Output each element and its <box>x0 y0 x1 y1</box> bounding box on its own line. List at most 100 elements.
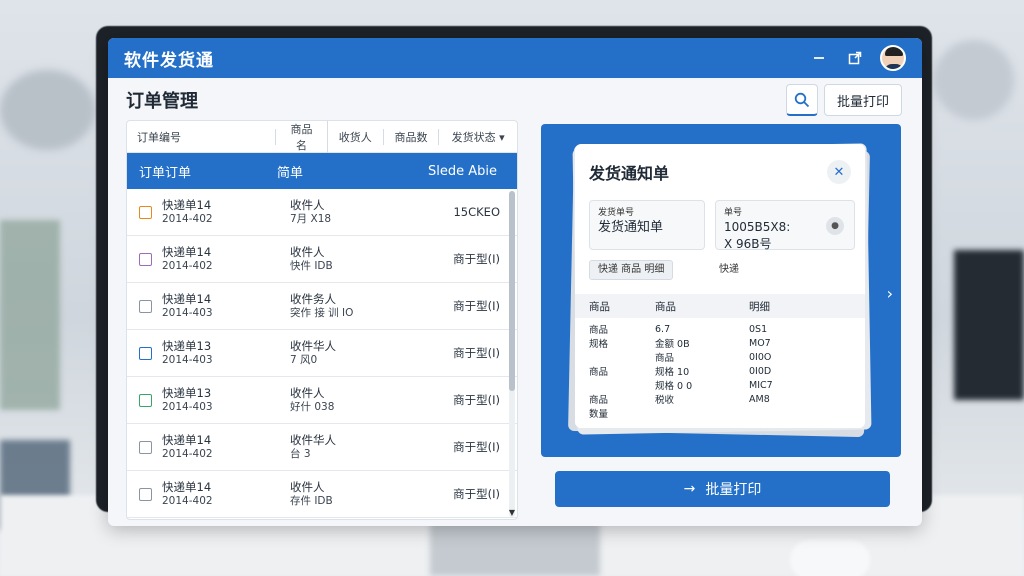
row-checkbox[interactable] <box>139 252 152 266</box>
row-status: 商于型(I) <box>453 440 500 454</box>
shipping-notice-card: 发货通知单 ✕ 发货单号 发货通知单 单号 1005B5X8: X 96B号 ●… <box>575 144 865 428</box>
row-date: 2014-403 <box>162 307 213 319</box>
row-checkbox[interactable] <box>139 205 152 219</box>
order-table: 订单编号 商品名 收货人 商品数 发货状态 ▾ 订单订单 简单 Slede Ab… <box>126 120 518 520</box>
goods-table-header: 商品 商品 明细 <box>575 294 865 318</box>
scroll-down-icon[interactable]: ▼ <box>509 508 515 517</box>
table-scrollbar[interactable] <box>509 191 515 517</box>
order-number-box: 发货单号 发货通知单 <box>589 200 705 250</box>
selected-row[interactable]: 订单订单 简单 Slede Abie <box>127 153 517 189</box>
table-row[interactable]: 快递单14 2014-402 收件人 存件 IDB 商于型(I) <box>127 471 517 518</box>
goods-cell: MO7 <box>749 337 771 349</box>
selected-col2: 简单 <box>277 165 304 181</box>
goods-row: 商品 6.7 0S1 <box>575 322 865 337</box>
goods-cell: 数量 <box>589 409 609 420</box>
page-title: 订单管理 <box>126 91 198 112</box>
goods-cell: 0I0O <box>749 351 772 363</box>
column-header[interactable]: 收货人 <box>328 128 384 145</box>
row-name: 收件人 <box>290 480 325 494</box>
goods-cell: AM8 <box>749 393 770 405</box>
order-number-label: 发货单号 <box>598 208 635 218</box>
goods-cell: 商品 <box>589 367 609 378</box>
app-window: 软件发货通 订单管理 批量打印 订单编号 商品名 收货人 商品数 发货状态 ▾ <box>108 38 922 526</box>
row-name: 收件人 <box>290 386 325 400</box>
background-lamp <box>0 70 95 150</box>
goods-row: 商品 规格 10 0I0D <box>575 364 865 379</box>
row-date: 2014-402 <box>162 260 213 272</box>
row-checkbox[interactable] <box>139 346 152 360</box>
scrollbar-thumb[interactable] <box>509 191 515 391</box>
shield-icon: ● <box>826 217 844 235</box>
row-status: 商于型(I) <box>453 252 500 266</box>
row-checkbox[interactable] <box>139 393 152 407</box>
tracking-value-2: X 96B号 <box>724 237 772 251</box>
row-date: 2014-402 <box>162 213 213 225</box>
app-title: 软件发货通 <box>124 50 214 71</box>
search-button[interactable] <box>785 84 818 116</box>
arrow-right-icon: → <box>683 481 696 497</box>
goods-cell: 税收 <box>655 395 675 406</box>
table-row[interactable]: 快递单14 2014-402 收件华人台 3 商于型(I) <box>127 424 517 471</box>
selected-col1: 订单订单 <box>139 165 192 181</box>
row-sub: 7 风0 <box>290 354 318 366</box>
title-bar: 软件发货通 <box>108 38 922 78</box>
minimize-icon[interactable] <box>808 47 830 69</box>
goods-cell: MIC7 <box>749 379 773 391</box>
row-checkbox[interactable] <box>139 487 152 501</box>
row-checkbox[interactable] <box>139 299 152 313</box>
courier-label: 快递 <box>719 264 739 275</box>
background-monitor <box>954 250 1024 400</box>
goods-cell: 规格 <box>589 339 609 350</box>
table-row[interactable]: 快递单14 2014-403 收件务人 突作 接 训 IO 商于型(I) <box>127 283 517 330</box>
table-row[interactable]: 快递单14 2014-402 收件人 7月 X18 15CKEO <box>127 189 517 236</box>
goods-header: 商品 <box>589 300 610 313</box>
table-row[interactable]: 快递单14 2014-402 收件人 快件 IDB 商于型(I) <box>127 236 517 283</box>
goods-row: 规格 金额 0B MO7 <box>575 336 865 351</box>
chevron-right-icon[interactable]: › <box>887 284 893 303</box>
row-id: 快递单14 <box>162 480 212 494</box>
row-sub: 台 3 <box>290 448 311 460</box>
goods-cell: 金额 0B <box>655 339 690 350</box>
details-chip[interactable]: 快递 商品 明细 <box>589 260 674 280</box>
batch-print-button[interactable]: → 批量打印 <box>555 471 890 507</box>
column-header[interactable]: 商品数 <box>384 128 440 145</box>
row-name: 收件人 <box>290 198 325 212</box>
row-id: 快递单14 <box>162 198 212 212</box>
row-sub: 快件 IDB <box>290 260 333 272</box>
table-row[interactable]: 快递单13 2014-403 收件人 好什 038 商于型(I) <box>127 377 517 424</box>
row-id: 快递单13 <box>162 339 212 353</box>
column-header[interactable]: 订单编号 <box>127 128 277 145</box>
background-mouse <box>790 540 870 576</box>
row-date: 2014-402 <box>162 495 213 507</box>
external-window-icon[interactable] <box>844 47 866 69</box>
user-avatar[interactable] <box>880 45 906 71</box>
order-number-value: 发货通知单 <box>598 220 664 235</box>
goods-cell: 商品 <box>655 353 675 364</box>
goods-row: 商品 税收 AM8 <box>575 392 865 407</box>
notice-preview-panel: 发货通知单 ✕ 发货单号 发货通知单 单号 1005B5X8: X 96B号 ●… <box>541 124 901 457</box>
table-rows: 快递单14 2014-402 收件人 7月 X18 15CKEO 快递单14 2014… <box>127 189 517 518</box>
goods-row: 商品 0I0O <box>575 350 865 365</box>
row-status: 商于型(I) <box>453 299 500 313</box>
goods-cell: 0I0D <box>749 365 772 377</box>
goods-cell: 规格 10 <box>655 367 690 378</box>
column-header[interactable]: 商品名 <box>276 121 328 153</box>
row-date: 2014-402 <box>162 448 213 460</box>
status-filter-dropdown[interactable]: 发货状态 ▾ <box>439 129 517 145</box>
tracking-box: 单号 1005B5X8: X 96B号 ● <box>715 200 855 251</box>
row-name: 收件华人 <box>290 339 336 353</box>
row-name: 收件人 <box>290 245 325 259</box>
notice-title: 发货通知单 <box>589 164 670 183</box>
goods-row: 数量 <box>575 406 865 420</box>
table-row[interactable]: 快递单13 2014-403 收件华人 7 风0 商于型(I) <box>127 330 517 377</box>
goods-row: 规格 0 0 MIC7 <box>575 378 865 393</box>
selected-col3: Slede Abie <box>428 163 497 179</box>
close-icon[interactable]: ✕ <box>827 160 851 184</box>
batch-print-label: 批量打印 <box>705 482 762 498</box>
tracking-label: 单号 <box>724 208 743 218</box>
row-checkbox[interactable] <box>139 440 152 454</box>
goods-header: 明细 <box>749 300 770 313</box>
row-sub: 好什 038 <box>290 401 335 413</box>
batch-print-top-button[interactable]: 批量打印 <box>823 84 902 116</box>
goods-cell: 商品 <box>589 395 609 406</box>
